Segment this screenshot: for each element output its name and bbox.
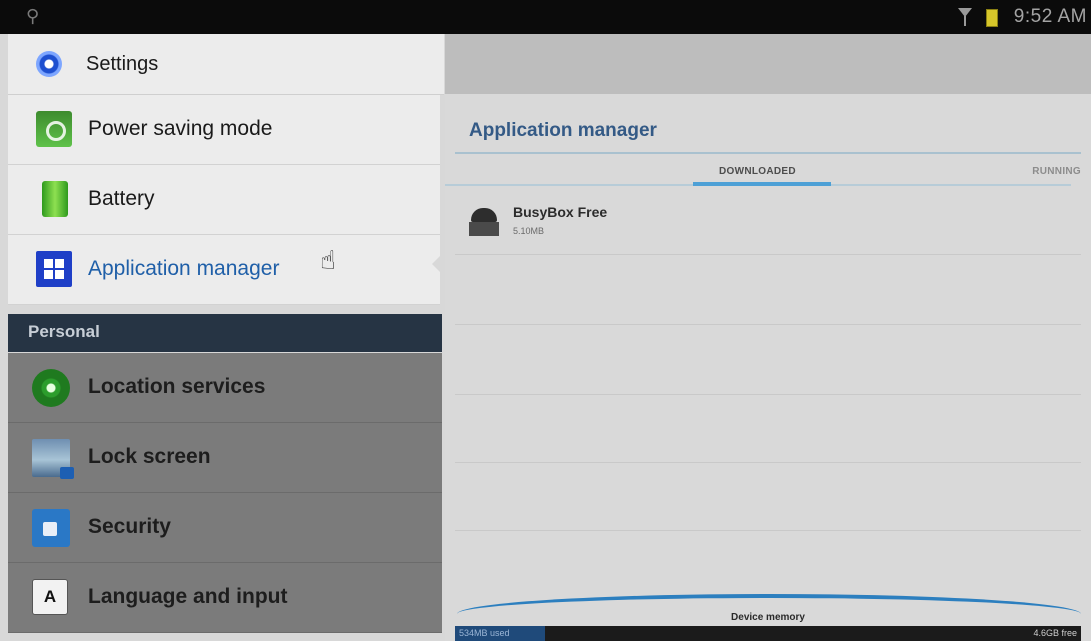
tab-selected-indicator xyxy=(693,182,831,186)
sidebar-item-label: Battery xyxy=(88,187,155,210)
sidebar-item-lock-screen[interactable]: Lock screen xyxy=(8,423,442,493)
sidebar-item-label: Lock screen xyxy=(88,445,211,468)
lock-screen-icon xyxy=(32,439,74,479)
sidebar-item-label: Application manager xyxy=(88,257,280,280)
security-lock-icon xyxy=(32,509,70,547)
status-time: 9:52 AM xyxy=(1013,6,1087,27)
app-icon xyxy=(469,206,499,238)
usb-icon: ⚲ xyxy=(26,6,40,27)
list-divider xyxy=(455,394,1081,395)
sidebar-item-application-manager[interactable]: Application manager xyxy=(8,235,440,305)
sidebar-item-security[interactable]: Security xyxy=(8,493,442,563)
list-divider xyxy=(455,324,1081,325)
signal-icon xyxy=(958,8,972,26)
list-divider xyxy=(455,530,1081,531)
battery-icon xyxy=(986,9,998,27)
settings-list-pane: Settings Power saving mode Battery Appli… xyxy=(8,34,451,641)
hand-pointer-icon: ☝ xyxy=(320,246,336,276)
memory-free-text: 4.6GB free xyxy=(1033,628,1077,638)
memory-usage-bar: 534MB used 4.6GB free xyxy=(455,626,1081,641)
battery-icon xyxy=(42,181,68,217)
tab-downloaded[interactable]: DOWNLOADED xyxy=(719,166,796,177)
sidebar-item-battery[interactable]: Battery xyxy=(8,165,440,235)
section-header-personal: Personal xyxy=(8,314,442,352)
list-item[interactable]: BusyBox Free 5.10MB xyxy=(455,192,1081,255)
sidebar-item-label: Location services xyxy=(88,375,266,398)
settings-header: Settings xyxy=(8,34,444,95)
sidebar-item-location-services[interactable]: Location services xyxy=(8,353,442,423)
sidebar-item-label: Language and input xyxy=(88,585,288,608)
sidebar-item-label: Security xyxy=(88,515,171,538)
memory-label: Device memory xyxy=(731,612,805,623)
location-icon xyxy=(32,369,70,407)
title-divider xyxy=(455,152,1081,154)
tab-running[interactable]: RUNNING xyxy=(1032,166,1081,177)
page-title: Settings xyxy=(86,53,159,75)
settings-gear-icon xyxy=(36,51,62,77)
app-size: 5.10MB xyxy=(513,226,545,236)
sidebar-item-language-and-input[interactable]: A Language and input xyxy=(8,563,442,633)
sidebar-item-label: Power saving mode xyxy=(88,117,273,140)
power-saving-icon xyxy=(36,111,72,147)
detail-action-bar xyxy=(445,34,1091,94)
language-icon: A xyxy=(32,579,68,615)
detail-title: Application manager xyxy=(469,120,657,141)
personal-items: Location services Lock screen Security A… xyxy=(8,353,442,633)
memory-arc xyxy=(457,594,1081,614)
section-header-label: Personal xyxy=(28,322,100,341)
application-manager-pane: Application manager DOWNLOADED RUNNING B… xyxy=(445,34,1091,641)
app-name: BusyBox Free xyxy=(513,204,608,220)
list-divider xyxy=(455,462,1081,463)
memory-used-text: 534MB used xyxy=(459,628,510,638)
status-bar: ⚲ 9:52 AM xyxy=(0,0,1091,34)
settings-top-items: Power saving mode Battery Application ma… xyxy=(8,95,440,305)
sidebar-item-power-saving-mode[interactable]: Power saving mode xyxy=(8,95,440,165)
apps-grid-icon xyxy=(36,251,72,287)
